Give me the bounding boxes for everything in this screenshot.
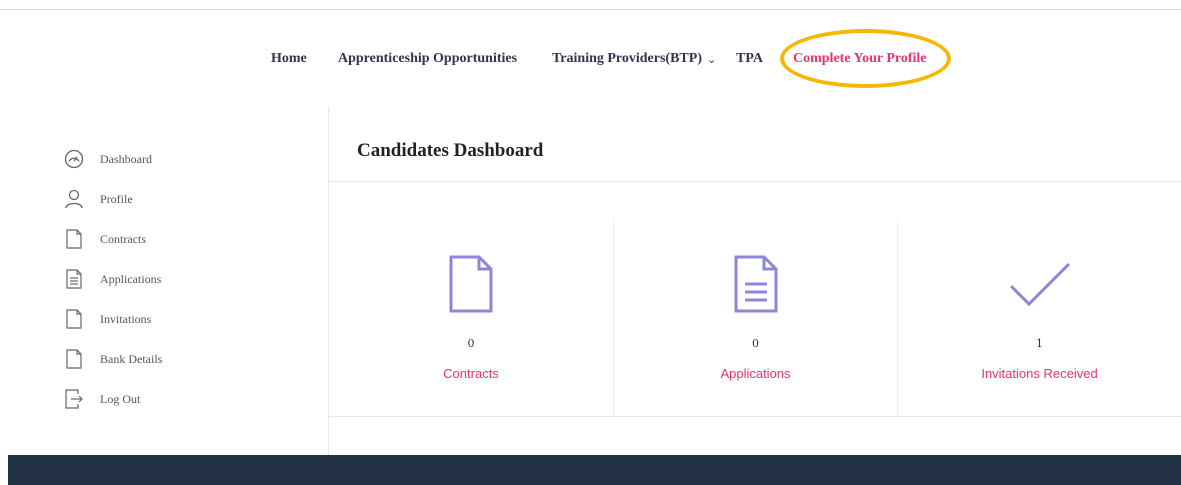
document-lines-icon [63,268,85,290]
document-icon [431,254,511,314]
nav-home-label: Home [271,51,307,66]
nav-apprenticeship-link[interactable]: Apprenticeship Opportunities [338,48,517,70]
document-icon [63,228,85,250]
main-nav: Home Apprenticeship Opportunities Traini… [0,48,1181,70]
sidebar-item-bank-details[interactable]: Bank Details [63,347,162,371]
contracts-link[interactable]: Contracts [443,366,499,381]
footer [8,455,1181,485]
sidebar-item-label: Contracts [100,231,146,246]
nav-apprenticeship-label: Apprenticeship Opportunities [338,51,518,66]
card-applications: 0 Applications [613,219,897,416]
sidebar-item-label: Applications [100,271,162,286]
top-divider [0,9,1181,10]
logout-arrow-icon [63,388,85,410]
chevron-down-icon: ⌄ [706,54,717,66]
sidebar-item-label: Profile [100,191,133,206]
dashboard-cards: 0 Contracts 0 Applications 1 Invitations… [329,219,1181,416]
sidebar-item-log-out[interactable]: Log Out [63,387,140,411]
nav-complete-profile-link[interactable]: Complete Your Profile [793,48,927,70]
nav-tpa-link[interactable]: TPA [736,48,763,70]
sidebar-item-applications[interactable]: Applications [63,267,161,291]
dashboard-gauge-icon [63,148,85,170]
document-icon [63,348,85,370]
sidebar-item-invitations[interactable]: Invitations [63,307,151,331]
sidebar-item-label: Dashboard [100,151,152,166]
sidebar-item-label: Bank Details [100,351,163,366]
sidebar-item-contracts[interactable]: Contracts [63,227,146,251]
card-invitations-received: 1 Invitations Received [897,219,1181,416]
applications-count: 0 [752,337,759,350]
user-icon [63,188,85,210]
title-divider [329,181,1181,182]
invitations-received-link[interactable]: Invitations Received [981,366,1097,381]
sidebar-item-dashboard[interactable]: Dashboard [63,147,152,171]
card-contracts: 0 Contracts [329,219,613,416]
nav-home-link[interactable]: Home [271,48,307,70]
sidebar-item-label: Invitations [100,311,152,326]
sidebar-item-label: Log Out [100,391,141,406]
contracts-count: 0 [467,337,475,350]
document-lines-icon [716,254,796,314]
nav-tpa-label: TPA [736,51,763,66]
nav-complete-profile-label: Complete Your Profile [793,51,927,66]
document-icon [63,308,85,330]
nav-training-providers-dropdown[interactable]: Training Providers(BTP) ⌄ [552,48,716,70]
sidebar-item-profile[interactable]: Profile [63,187,133,211]
nav-training-providers-label: Training Providers(BTP) [552,51,702,66]
invitations-count: 1 [1036,337,1043,350]
page-title: Candidates Dashboard [357,140,544,161]
checkmark-icon [1000,254,1080,314]
cards-divider [329,416,1181,417]
applications-link[interactable]: Applications [720,366,790,381]
